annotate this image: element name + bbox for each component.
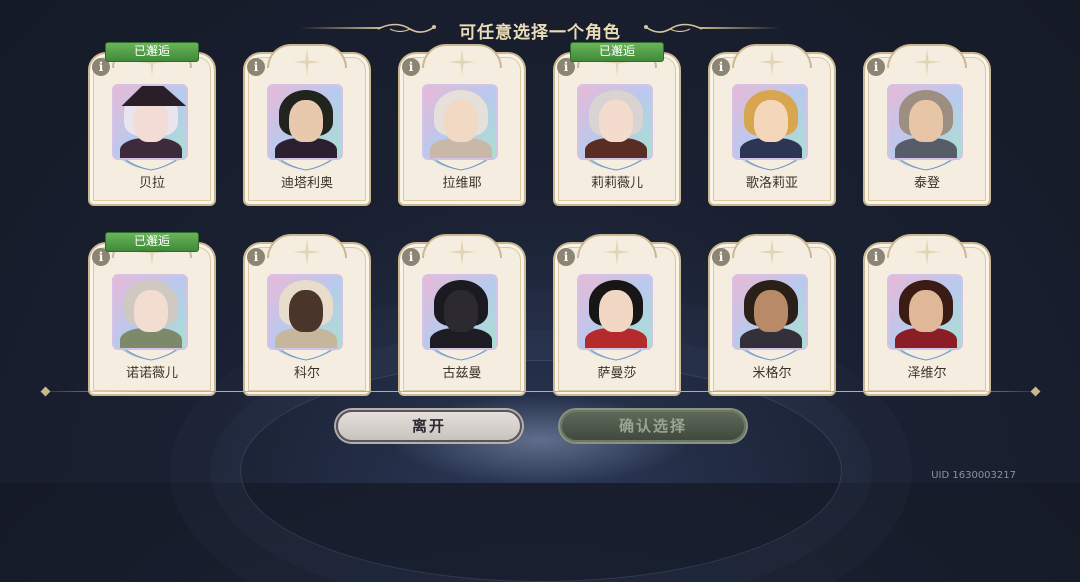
character-portrait: [732, 84, 808, 160]
character-name: 古兹曼: [442, 366, 482, 381]
info-icon[interactable]: i: [247, 248, 265, 266]
title-ornament-right-icon: [644, 23, 703, 33]
character-portrait: [887, 274, 963, 350]
portrait-face: [289, 290, 323, 332]
character-portrait: [887, 84, 963, 160]
character-portrait: [112, 84, 188, 160]
separator-end-right: [1030, 386, 1041, 397]
portrait-face: [909, 290, 943, 332]
character-portrait: [422, 274, 498, 350]
portrait-face: [134, 290, 168, 332]
leave-button[interactable]: 离开: [336, 410, 522, 442]
portrait-hat: [121, 86, 186, 106]
character-portrait: [422, 84, 498, 160]
uid-label: UID 1630003217: [931, 470, 1016, 481]
sparkle-star-icon: [293, 48, 321, 76]
character-name: 歌洛莉亚: [745, 176, 798, 191]
portrait-face: [599, 290, 633, 332]
character-name: 拉维耶: [442, 176, 482, 191]
info-icon[interactable]: i: [867, 58, 885, 76]
character-name: 莉莉薇儿: [590, 176, 643, 191]
character-name: 泰登: [913, 176, 940, 191]
leaf-ornament-icon: [275, 348, 337, 361]
portrait-face: [754, 100, 788, 142]
title-bar: 可任意选择一个角色: [300, 14, 780, 44]
portrait-face: [909, 100, 943, 142]
leaf-ornament-icon: [120, 158, 182, 171]
character-portrait: [732, 274, 808, 350]
character-name: 贝拉: [138, 176, 165, 191]
sparkle-star-icon: [758, 238, 786, 266]
sparkle-star-icon: [913, 48, 941, 76]
leaf-ornament-icon: [430, 158, 492, 171]
sparkle-star-icon: [913, 238, 941, 266]
character-portrait: [112, 274, 188, 350]
portrait-face: [134, 100, 168, 142]
sparkle-star-icon: [293, 238, 321, 266]
character-name: 迪塔利奥: [280, 176, 333, 191]
title-line-right: [700, 27, 780, 29]
leaf-ornament-icon: [895, 158, 957, 171]
sparkle-star-icon: [448, 48, 476, 76]
separator-end-left: [40, 386, 51, 397]
info-icon[interactable]: i: [712, 248, 730, 266]
leaf-ornament-icon: [895, 348, 957, 361]
info-icon[interactable]: i: [712, 58, 730, 76]
character-portrait: [577, 84, 653, 160]
character-name: 泽维尔: [907, 366, 947, 381]
character-name: 诺诺薇儿: [125, 366, 178, 381]
sparkle-star-icon: [758, 48, 786, 76]
portrait-face: [444, 100, 478, 142]
leaf-ornament-icon: [740, 348, 802, 361]
confirm-selection-button[interactable]: 确认选择: [560, 410, 746, 442]
character-portrait: [577, 274, 653, 350]
info-icon[interactable]: i: [557, 248, 575, 266]
leaf-ornament-icon: [120, 348, 182, 361]
portrait-face: [599, 100, 633, 142]
character-name: 科尔: [293, 366, 320, 381]
info-icon[interactable]: i: [867, 248, 885, 266]
leaf-ornament-icon: [585, 158, 647, 171]
info-icon[interactable]: i: [402, 248, 420, 266]
sparkle-star-icon: [448, 238, 476, 266]
character-portrait: [267, 274, 343, 350]
sparkle-star-icon: [603, 238, 631, 266]
leaf-ornament-icon: [585, 348, 647, 361]
page-title: 可任意选择一个角色: [459, 23, 621, 43]
met-badge: 已邂逅: [105, 232, 199, 252]
character-name: 萨曼莎: [597, 366, 637, 381]
portrait-face: [444, 290, 478, 332]
character-name: 米格尔: [752, 366, 792, 381]
info-icon[interactable]: i: [402, 58, 420, 76]
portrait-face: [754, 290, 788, 332]
met-badge: 已邂逅: [570, 42, 664, 62]
leaf-ornament-icon: [740, 158, 802, 171]
leaf-ornament-icon: [430, 348, 492, 361]
portrait-face: [289, 100, 323, 142]
leaf-ornament-icon: [275, 158, 337, 171]
separator-line: [45, 391, 1035, 392]
info-icon[interactable]: i: [247, 58, 265, 76]
character-portrait: [267, 84, 343, 160]
met-badge: 已邂逅: [105, 42, 199, 62]
